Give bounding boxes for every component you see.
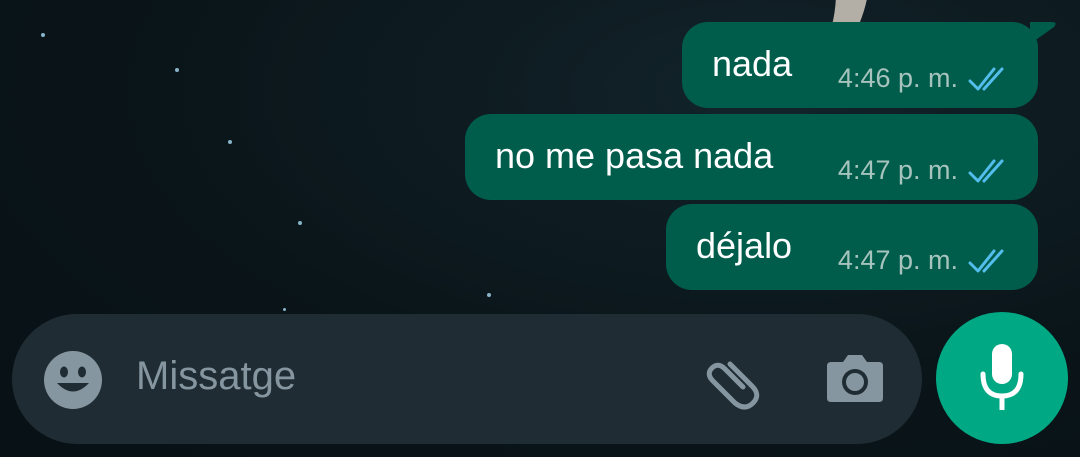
message-text: no me pasa nada (495, 135, 774, 176)
emoji-icon[interactable] (42, 349, 104, 411)
camera-icon[interactable] (824, 350, 886, 406)
message-meta: 4:46 p. m. (838, 63, 1012, 94)
message-bubble[interactable]: nada 4:46 p. m. (682, 22, 1038, 108)
message-time: 4:46 p. m. (837, 63, 958, 93)
double-check-read-icon (968, 65, 1012, 93)
message-bubble[interactable]: no me pasa nada 4:47 p. m. (465, 114, 1038, 200)
message-bubble[interactable]: déjalo 4:47 p. m. (666, 204, 1038, 290)
microphone-button[interactable] (936, 312, 1068, 444)
message-meta: 4:47 p. m. (838, 155, 1012, 186)
message-time: 4:47 p. m. (837, 155, 958, 185)
star (487, 293, 491, 297)
star (41, 33, 45, 37)
star (298, 221, 302, 225)
message-text: déjalo (696, 225, 793, 266)
double-check-read-icon (968, 247, 1012, 275)
star (175, 68, 179, 72)
microphone-icon (979, 342, 1025, 414)
star (228, 140, 232, 144)
message-input-placeholder[interactable]: Missatge (136, 354, 296, 399)
message-meta: 4:47 p. m. (838, 245, 1012, 276)
message-text: nada (712, 43, 793, 84)
paperclip-icon[interactable] (698, 346, 764, 412)
message-time: 4:47 p. m. (837, 245, 958, 275)
star (283, 308, 286, 311)
double-check-read-icon (968, 157, 1012, 185)
